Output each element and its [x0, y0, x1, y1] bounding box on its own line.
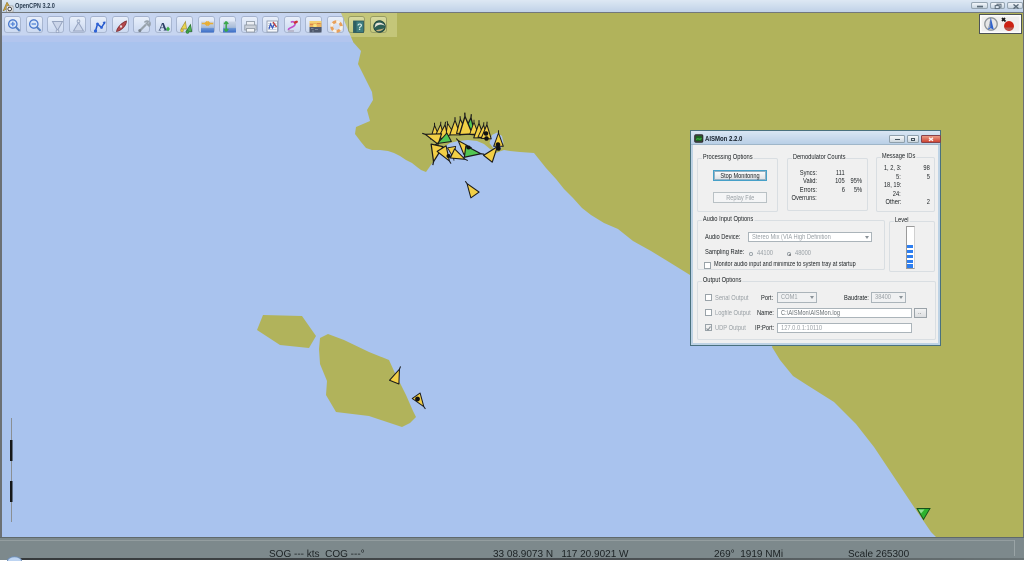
svg-text:?: ? — [357, 22, 363, 32]
svg-text:A: A — [159, 19, 168, 33]
